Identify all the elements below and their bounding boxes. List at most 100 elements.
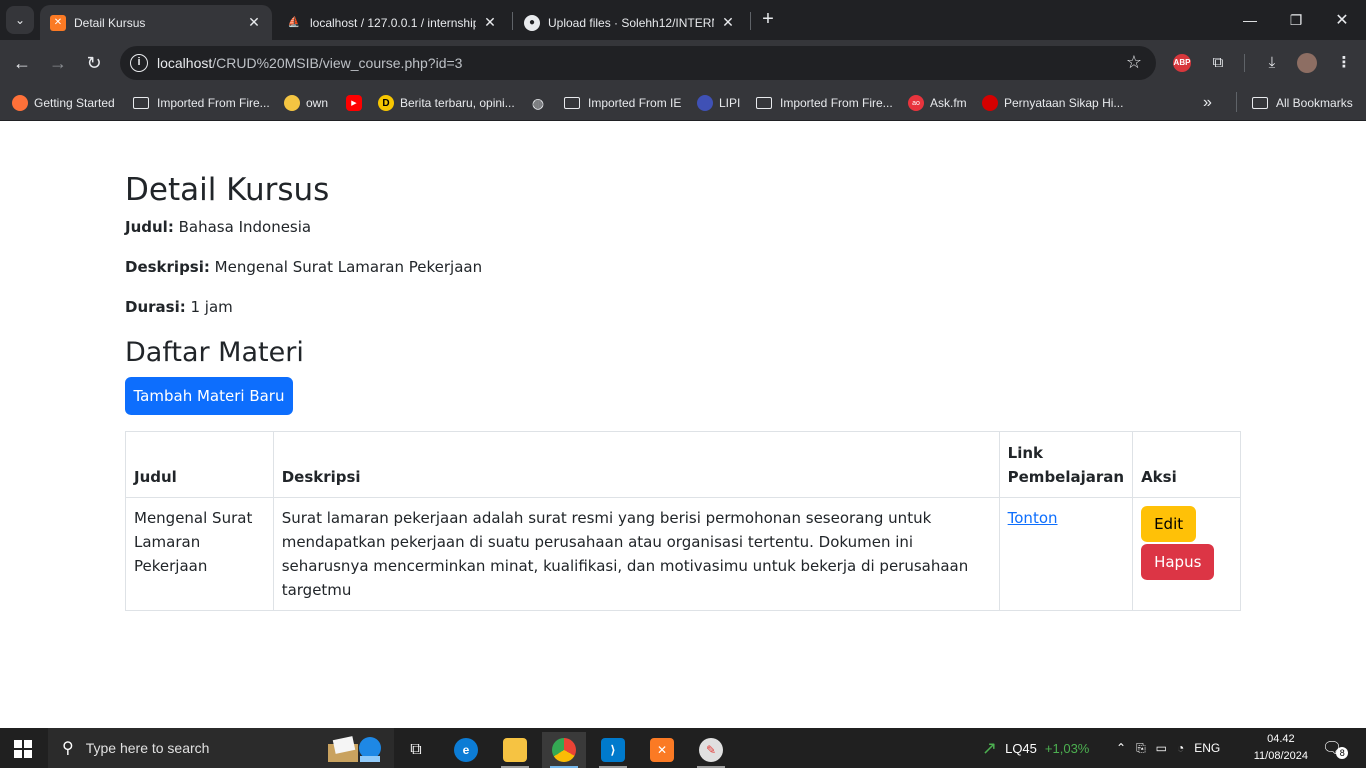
taskbar-paint[interactable]: ✎: [689, 732, 733, 768]
tab-search-button[interactable]: ⌄: [6, 6, 34, 34]
add-material-button[interactable]: Tambah Materi Baru: [125, 377, 293, 415]
stock-chart-icon: ↗: [982, 737, 998, 758]
taskbar-chrome[interactable]: [542, 732, 586, 768]
arrow-right-icon: →: [49, 53, 67, 73]
menu-kebab-icon[interactable]: ⋮: [1333, 52, 1355, 74]
reload-button[interactable]: ↻: [81, 50, 107, 76]
cell-link: Tonton: [998, 497, 1134, 611]
bookmark-folder-imported-firefox-2[interactable]: Imported From Fire...: [756, 93, 893, 113]
field-value: 1 jam: [190, 298, 233, 316]
close-window-button[interactable]: ✕: [1319, 0, 1365, 40]
extensions-icon[interactable]: ⧉: [1207, 52, 1229, 74]
bookmark-youtube[interactable]: ▶: [346, 93, 368, 113]
adblock-plus-icon[interactable]: ABP: [1173, 54, 1191, 72]
taskbar-edge[interactable]: e: [444, 732, 488, 768]
cell-deskripsi: Surat lamaran pekerjaan adalah surat res…: [272, 497, 1000, 611]
clock[interactable]: 04.42 11/08/2024: [1254, 731, 1308, 765]
bookmark-lipi[interactable]: LIPI: [697, 93, 740, 113]
firefox-icon: [12, 95, 28, 111]
bookmark-pernyataan[interactable]: Pernyataan Sikap Hi...: [982, 93, 1123, 113]
field-label: Durasi:: [125, 298, 186, 316]
bookmark-folder-imported-firefox[interactable]: Imported From Fire...: [133, 93, 270, 113]
minimize-button[interactable]: —: [1227, 0, 1273, 40]
wifi-icon[interactable]: ◔: [1177, 741, 1184, 755]
toolbar-divider: [1244, 54, 1245, 72]
notifications-button[interactable]: 🗨 8: [1322, 728, 1349, 768]
restore-button[interactable]: ❐: [1273, 0, 1319, 40]
close-icon: ✕: [1335, 12, 1349, 29]
battery-icon[interactable]: ▭: [1156, 741, 1167, 755]
tab-title: Upload files · Solehh12/INTERN: [548, 15, 714, 30]
plus-icon: +: [762, 8, 774, 30]
bookmark-globe[interactable]: ◍: [530, 93, 552, 113]
task-view-button[interactable]: ⧉: [394, 732, 438, 768]
browser-tab-strip: ⌄ ✕ Detail Kursus ✕ ⛵ localhost / 127.0.…: [0, 0, 1366, 40]
language-indicator[interactable]: ENG: [1194, 741, 1220, 755]
bookmark-label: All Bookmarks: [1276, 96, 1353, 110]
column-header-deskripsi: Deskripsi: [272, 431, 1000, 498]
browser-toolbar: ← → ↻ i localhost/CRUD%20MSIB/view_cours…: [0, 40, 1366, 86]
meet-now-icon[interactable]: ⎘: [1136, 741, 1146, 756]
taskbar-xampp[interactable]: ✕: [640, 732, 684, 768]
edit-button[interactable]: Edit: [1141, 506, 1197, 542]
globe-icon: ◍: [531, 94, 545, 111]
materials-table: Judul Deskripsi Link Pembelajaran Aksi M…: [125, 431, 1241, 611]
bookmark-label: Pernyataan Sikap Hi...: [1004, 96, 1124, 110]
folder-icon: [133, 97, 149, 109]
tab-separator: [750, 12, 751, 30]
field-deskripsi: Deskripsi: Mengenal Surat Lamaran Pekerj…: [125, 258, 482, 276]
delete-button[interactable]: Hapus: [1141, 544, 1215, 580]
bookmark-own[interactable]: own: [284, 93, 328, 113]
chevron-up-icon[interactable]: ⌃: [1116, 741, 1126, 755]
cell-actions: Edit Hapus: [1132, 497, 1241, 611]
bookmarks-bar: Getting Started Imported From Fire... ow…: [0, 86, 1366, 121]
bookmarks-divider: [1236, 92, 1237, 112]
column-header-judul: Judul: [125, 431, 274, 498]
github-icon: ●: [524, 14, 540, 31]
field-judul: Judul: Bahasa Indonesia: [125, 218, 311, 236]
info-icon[interactable]: i: [130, 54, 148, 72]
lipi-icon: [697, 95, 713, 111]
bookmark-berita[interactable]: D Berita terbaru, opini...: [378, 93, 515, 113]
close-icon[interactable]: ✕: [482, 14, 498, 31]
notification-count-badge: 8: [1336, 747, 1349, 759]
field-label: Judul:: [125, 218, 174, 236]
stock-name: LQ45: [1005, 740, 1037, 756]
tab-detail-kursus[interactable]: ✕ Detail Kursus ✕: [40, 5, 272, 40]
stock-widget[interactable]: ↗ LQ45 +1,03%: [982, 728, 1089, 768]
close-icon[interactable]: ✕: [720, 14, 736, 31]
field-value: Mengenal Surat Lamaran Pekerjaan: [214, 258, 483, 276]
tab-github[interactable]: ● Upload files · Solehh12/INTERN ✕: [514, 5, 746, 40]
url-text[interactable]: localhost/CRUD%20MSIB/view_course.php?id…: [157, 55, 462, 71]
taskbar-vscode[interactable]: ⟩: [591, 732, 635, 768]
column-header-link: Link Pembelajaran: [998, 431, 1134, 498]
folder-icon: [756, 97, 772, 109]
profile-avatar[interactable]: [1297, 53, 1317, 73]
new-tab-button[interactable]: +: [756, 8, 780, 32]
chevron-double-right-icon[interactable]: »: [1203, 94, 1212, 112]
address-bar[interactable]: i localhost/CRUD%20MSIB/view_course.php?…: [120, 46, 1156, 80]
tab-phpmyadmin[interactable]: ⛵ localhost / 127.0.0.1 / internship ✕: [276, 5, 508, 40]
star-icon[interactable]: ☆: [1126, 52, 1142, 73]
bookmark-label: Berita terbaru, opini...: [400, 96, 515, 110]
windows-start-icon[interactable]: [14, 740, 32, 758]
taskbar-search-box[interactable]: ⚲ Type here to search: [48, 728, 394, 768]
watch-link[interactable]: Tonton: [1008, 509, 1058, 527]
chrome-icon: [552, 738, 576, 762]
bookmark-label: own: [306, 96, 329, 110]
taskbar-file-explorer[interactable]: [493, 732, 537, 768]
bookmark-askfm[interactable]: ao Ask.fm: [908, 93, 967, 113]
bookmark-label: Imported From Fire...: [780, 96, 893, 110]
close-icon[interactable]: ✕: [246, 14, 262, 31]
bookmark-getting-started[interactable]: Getting Started: [12, 93, 115, 113]
forward-button[interactable]: →: [45, 50, 71, 76]
restore-icon: ❐: [1289, 11, 1303, 28]
back-button[interactable]: ←: [9, 50, 35, 76]
youtube-icon: ▶: [346, 95, 362, 111]
download-icon[interactable]: ⤓: [1261, 52, 1283, 74]
bookmark-folder-imported-ie[interactable]: Imported From IE: [564, 93, 681, 113]
url-host: localhost: [157, 55, 213, 71]
tab-title: Detail Kursus: [74, 15, 146, 30]
bookmark-label: Imported From Fire...: [157, 96, 270, 110]
bookmark-all-bookmarks[interactable]: All Bookmarks: [1252, 93, 1353, 113]
